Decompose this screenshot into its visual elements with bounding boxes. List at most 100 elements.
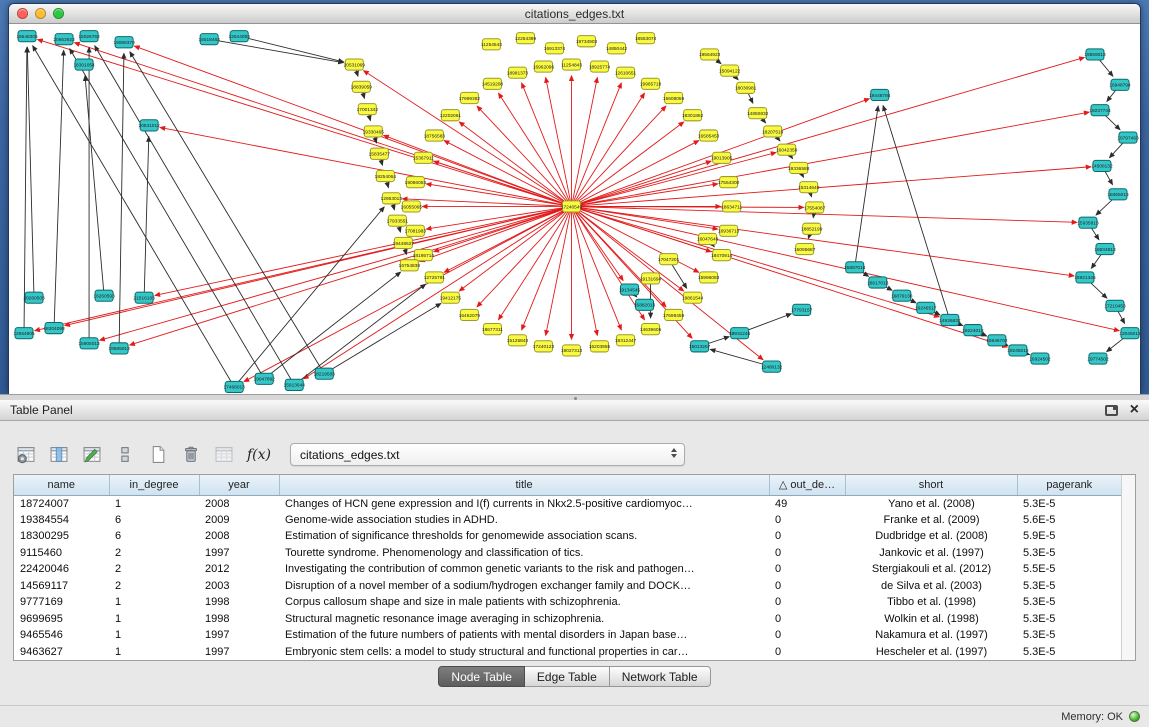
graph-edge[interactable] (209, 39, 343, 62)
graph-node[interactable]: 19336588 (788, 162, 810, 173)
cell-in_degree[interactable]: 2 (109, 561, 199, 578)
graph-node[interactable]: 16924502 (1029, 353, 1051, 364)
graph-node[interactable]: 18470914 (711, 250, 733, 261)
graph-node[interactable]: 16948794 (1109, 79, 1131, 90)
graph-edge[interactable] (24, 47, 27, 333)
graph-node[interactable]: 12254399 (515, 33, 537, 44)
table-row[interactable]: 1938455462009Genome-wide association stu… (14, 512, 1121, 529)
graph-node[interactable]: 12564905 (13, 328, 35, 339)
cell-short[interactable]: Yano et al. (2008) (845, 495, 1017, 512)
minimize-window-button[interactable] (35, 8, 46, 19)
graph-node[interactable]: 19134545 (619, 284, 641, 295)
tab-node-table[interactable]: Node Table (438, 666, 525, 687)
graph-node[interactable]: 15996083 (698, 272, 720, 283)
table-row[interactable]: 977716911998Corpus callosum shape and si… (14, 594, 1121, 611)
cell-title[interactable]: Genome-wide association studies in ADHD. (279, 512, 769, 529)
graph-node[interactable]: 18312447 (615, 335, 637, 346)
graph-node[interactable]: 17081983 (405, 225, 427, 236)
cell-pagerank[interactable]: 5.3E-5 (1017, 644, 1121, 661)
graph-node[interactable]: 16882013 (634, 299, 656, 310)
graph-edge[interactable] (144, 137, 149, 298)
graph-node[interactable]: 19564923 (699, 49, 721, 60)
cell-name[interactable]: 9115460 (14, 545, 109, 562)
graph-node[interactable]: 16047648 (697, 233, 719, 244)
row-options-button[interactable] (113, 444, 137, 466)
graph-node[interactable]: 16042359 (776, 144, 798, 155)
graph-node[interactable]: 19088379 (113, 37, 135, 48)
column-header-name[interactable]: name (14, 475, 109, 495)
cell-name[interactable]: 9463627 (14, 644, 109, 661)
graph-node[interactable]: 20531069 (344, 59, 366, 70)
graph-node[interactable]: 17698459 (663, 309, 685, 320)
graph-node[interactable]: 19448794 (869, 89, 891, 100)
graph-node[interactable]: 12202061 (440, 110, 462, 121)
graph-node[interactable]: 18204098 (43, 323, 65, 334)
cell-in_degree[interactable]: 2 (109, 545, 199, 562)
graph-node[interactable]: 19047892 (254, 373, 276, 384)
cell-name[interactable]: 9777169 (14, 594, 109, 611)
graph-node[interactable]: 18254064 (375, 170, 397, 181)
graph-node[interactable]: 18301054 (73, 59, 95, 70)
graph-edge[interactable] (294, 284, 425, 385)
cell-title[interactable]: Tourette syndrome. Phenomenology and cla… (279, 545, 769, 562)
graph-edge[interactable] (130, 52, 324, 374)
cell-name[interactable]: 18724007 (14, 495, 109, 512)
graph-node[interactable]: 18617013 (867, 277, 889, 288)
table-row[interactable]: 1830029562008Estimation of significance … (14, 528, 1121, 545)
graph-node[interactable]: 20663923 (53, 34, 75, 45)
graph-node[interactable]: 14639606 (640, 324, 662, 335)
graph-node[interactable]: 16754838 (399, 260, 421, 271)
cell-out_degree[interactable]: 0 (769, 594, 845, 611)
cell-year[interactable]: 2009 (199, 512, 279, 529)
graph-node[interactable]: 19861544 (682, 292, 704, 303)
edit-columns-button[interactable] (80, 444, 104, 466)
graph-edge[interactable] (119, 53, 124, 348)
graph-node[interactable]: 19559013 (1084, 49, 1106, 60)
cell-name[interactable]: 19384554 (14, 512, 109, 529)
network-graph[interactable]: 1724054918634711175543001901390516585453… (9, 24, 1140, 394)
cell-short[interactable]: Jankovic et al. (1997) (845, 545, 1017, 562)
graph-node[interactable]: 15913644 (284, 379, 306, 390)
graph-edge[interactable] (304, 206, 572, 378)
graph-node[interactable]: 19797463 (1117, 132, 1139, 143)
graph-node[interactable]: 14519208 (482, 78, 504, 89)
graph-node[interactable]: 18553074 (635, 33, 657, 44)
cell-year[interactable]: 1997 (199, 627, 279, 644)
graph-edge[interactable] (324, 303, 441, 373)
cell-year[interactable]: 1997 (199, 644, 279, 661)
graph-node[interactable]: 14936832 (939, 314, 961, 325)
cell-in_degree[interactable]: 1 (109, 627, 199, 644)
graph-node[interactable]: 18634711 (721, 201, 742, 212)
graph-node[interactable]: 16095687 (794, 243, 816, 254)
graph-edge[interactable] (27, 47, 34, 297)
cell-in_degree[interactable]: 1 (109, 644, 199, 661)
cell-out_degree[interactable]: 0 (769, 545, 845, 562)
graph-node[interactable]: 15094122 (719, 65, 741, 76)
network-window-titlebar[interactable]: citations_edges.txt (9, 4, 1140, 24)
graph-edge[interactable] (65, 206, 572, 325)
graph-node[interactable]: 18030981 (735, 82, 757, 93)
graph-node[interactable]: 19965718 (640, 78, 662, 89)
cell-short[interactable]: Tibbo et al. (1998) (845, 594, 1017, 611)
graph-node[interactable]: 17468013 (224, 381, 246, 392)
cell-pagerank[interactable]: 5.3E-5 (1017, 545, 1121, 562)
cell-name[interactable]: 18300295 (14, 528, 109, 545)
table-row[interactable]: 1456911722003Disruption of a novel membe… (14, 578, 1121, 595)
graph-node[interactable]: 15013257 (689, 341, 711, 352)
column-header-short[interactable]: short (845, 475, 1017, 495)
graph-node[interactable]: 15887014 (844, 262, 866, 273)
cell-name[interactable]: 9699695 (14, 611, 109, 628)
cell-title[interactable]: Corpus callosum shape and size in male p… (279, 594, 769, 611)
cell-short[interactable]: Dudbridge et al. (2008) (845, 528, 1017, 545)
graph-node[interactable]: 17933551 (387, 215, 409, 226)
cell-out_degree[interactable]: 0 (769, 561, 845, 578)
cell-pagerank[interactable]: 5.3E-5 (1017, 594, 1121, 611)
graph-edge[interactable] (85, 76, 104, 296)
cell-short[interactable]: Stergiakouli et al. (2012) (845, 561, 1017, 578)
graph-node[interactable]: 18648305 (16, 31, 38, 42)
graph-edge[interactable] (571, 167, 1090, 207)
graph-node[interactable]: 14850442 (606, 43, 628, 54)
cell-in_degree[interactable]: 6 (109, 528, 199, 545)
graph-node[interactable]: 16518463 (199, 34, 221, 45)
cell-in_degree[interactable]: 1 (109, 594, 199, 611)
